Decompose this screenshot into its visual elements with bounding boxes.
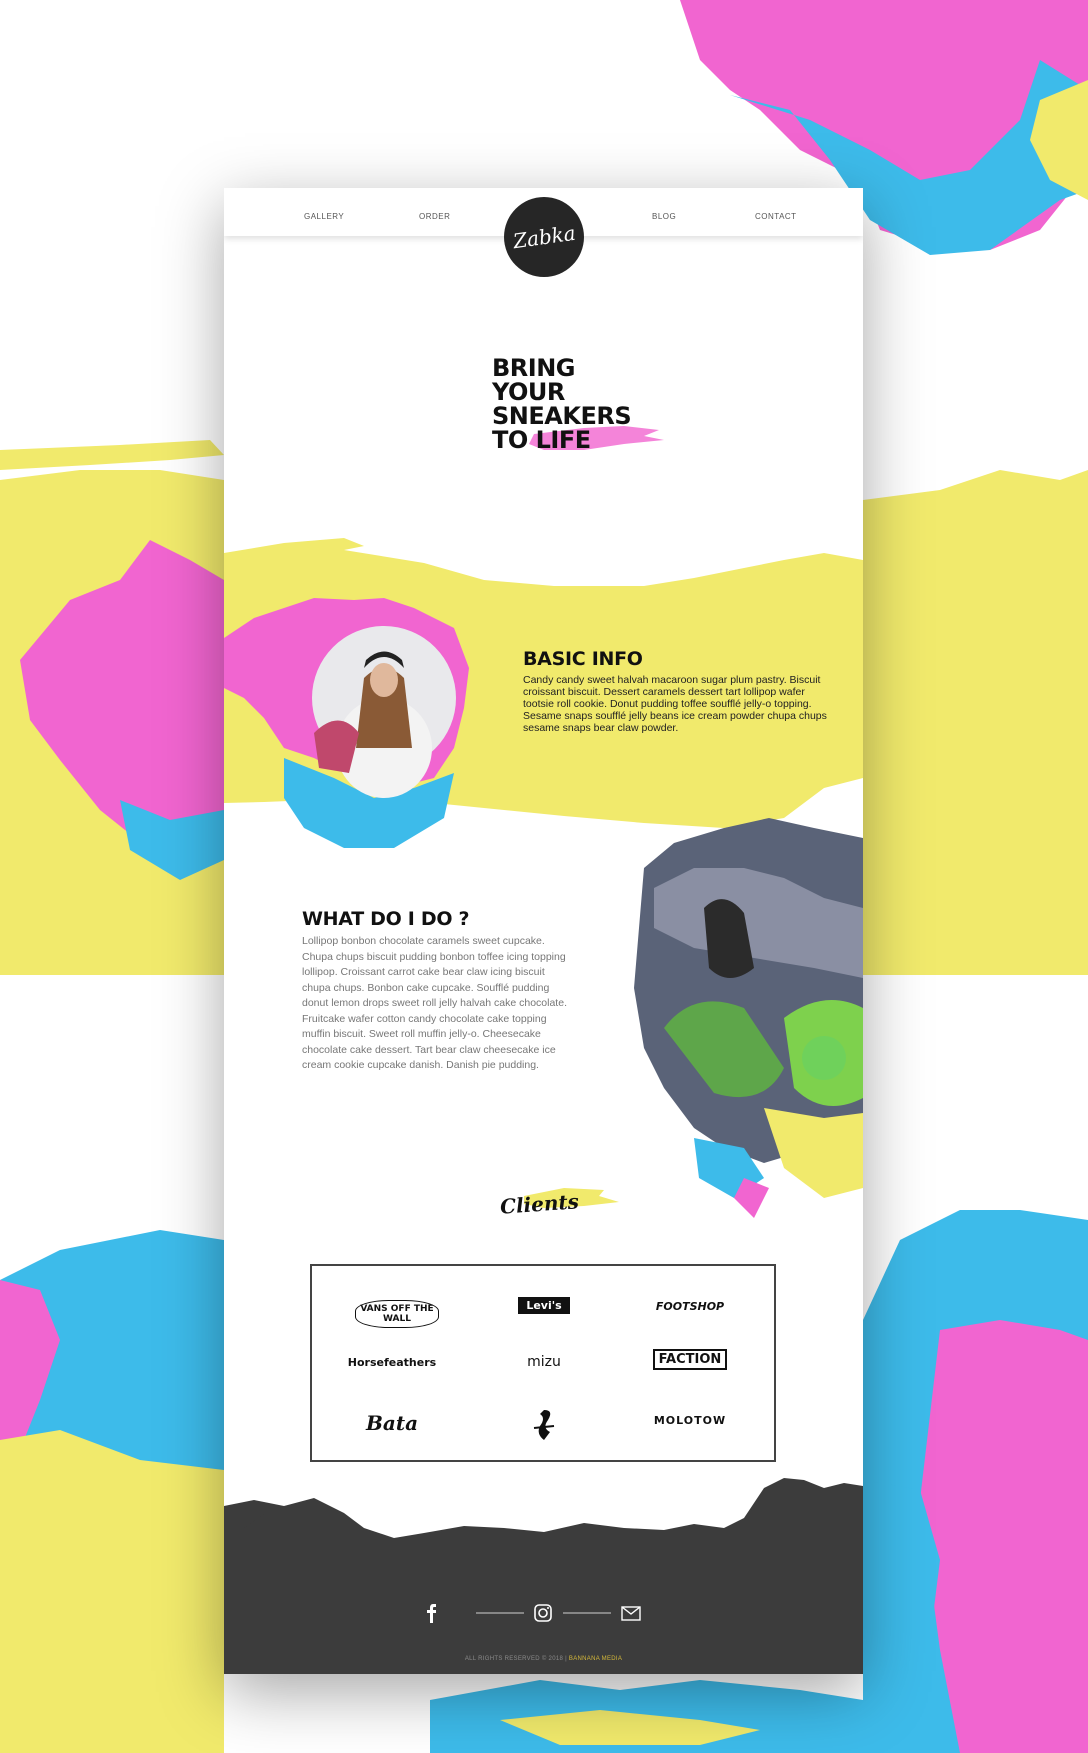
script-logo-icon bbox=[533, 1410, 555, 1440]
credit-link[interactable]: BANNANA MEDIA bbox=[569, 1656, 622, 1662]
hero-line-1: BRING bbox=[492, 354, 576, 382]
client-logo-vans[interactable]: VANS OFF THE WALL bbox=[355, 1300, 439, 1328]
basic-info-section: BASIC INFO Candy candy sweet halvah maca… bbox=[523, 648, 833, 734]
client-logo-mizu[interactable]: mizu bbox=[484, 1354, 604, 1370]
copyright-text: ALL RIGHTS RESERVED © 2018 | bbox=[464, 1656, 567, 1662]
instagram-icon[interactable] bbox=[534, 1604, 552, 1622]
mail-icon[interactable] bbox=[621, 1606, 641, 1621]
nav-contact[interactable]: CONTACT bbox=[755, 212, 797, 221]
levis-text: Levi's bbox=[518, 1297, 570, 1314]
client-logo-molotow[interactable]: MOLOTOW bbox=[630, 1414, 750, 1427]
what-i-do-text: Lollipop bonbon chocolate caramels sweet… bbox=[302, 935, 567, 1071]
client-logo-bata[interactable]: Bata bbox=[332, 1411, 452, 1435]
client-logo-levis[interactable]: Levi's bbox=[484, 1297, 604, 1314]
nav-gallery[interactable]: GALLERY bbox=[304, 212, 344, 221]
basic-info-text: Candy candy sweet halvah macaroon sugar … bbox=[523, 674, 827, 734]
client-logo-footshop[interactable]: FOOTSHOP bbox=[630, 1300, 750, 1313]
brand-logo[interactable]: Zabka bbox=[504, 197, 584, 277]
copyright: ALL RIGHTS RESERVED © 2018 | BANNANA MED… bbox=[224, 1656, 863, 1662]
what-i-do-section: WHAT DO I DO ? Lollipop bonbon chocolate… bbox=[302, 908, 572, 1074]
footer-social bbox=[224, 1598, 863, 1628]
faction-text: FACTION bbox=[652, 1349, 728, 1370]
clients-logos: VANS OFF THE WALL Levi's FOOTSHOP Horsef… bbox=[310, 1264, 776, 1462]
nav-order[interactable]: ORDER bbox=[419, 212, 450, 221]
facebook-icon[interactable] bbox=[427, 1604, 436, 1623]
basic-info-title: BASIC INFO bbox=[523, 648, 643, 670]
logo-text: Zabka bbox=[511, 220, 577, 254]
page-card: GALLERY ORDER BLOG CONTACT Zabka BRING Y… bbox=[224, 188, 863, 1674]
hero-line-3: SNEAKERS bbox=[492, 402, 632, 430]
client-logo-horsefeathers[interactable]: Horsefeathers bbox=[332, 1356, 452, 1369]
nav-blog[interactable]: BLOG bbox=[652, 212, 676, 221]
hero-line-2: YOUR bbox=[492, 378, 565, 406]
what-i-do-title: WHAT DO I DO ? bbox=[302, 908, 470, 930]
client-logo-script[interactable] bbox=[484, 1404, 604, 1447]
hero-heading: BRING YOUR SNEAKERS TO LIFE bbox=[492, 356, 692, 452]
client-logo-faction[interactable]: FACTION bbox=[630, 1349, 750, 1370]
hero-line-4: TO LIFE bbox=[492, 426, 591, 454]
